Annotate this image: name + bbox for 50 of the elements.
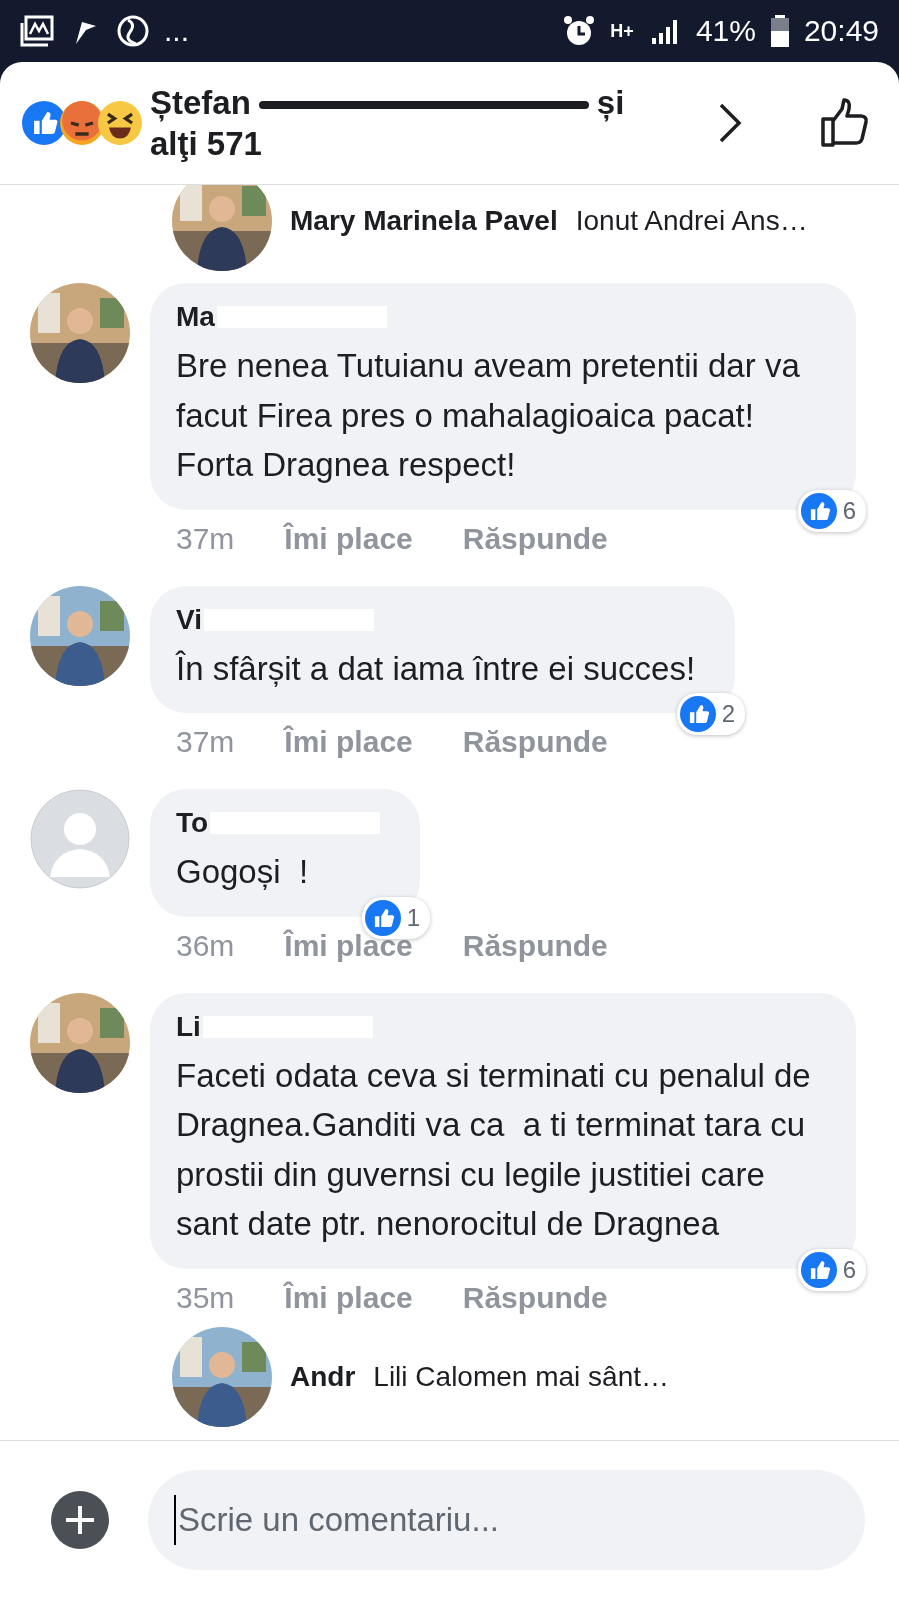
comment-text: Faceti odata ceva si terminati cu penalul de Dragnea.Ganditi va ca a ti terminat tara cu prostii din guvernsi cu legile justitiei care sant date ptr. nenorocitul de Dragnea [176, 1055, 812, 1244]
reply-link[interactable]: Răspunde [462, 521, 608, 556]
comment-input-field[interactable]: Scrie un comentariu... [148, 1470, 865, 1570]
add-icon[interactable] [50, 1490, 110, 1550]
reply-link[interactable]: Răspunde [462, 725, 608, 759]
reply-link[interactable]: Răspunde [462, 1280, 608, 1315]
battery-percent: 41% [695, 14, 756, 48]
like-reaction-icon [364, 899, 401, 936]
battery-icon [769, 14, 790, 48]
globe-icon [116, 14, 150, 48]
avatar-icon [30, 789, 130, 889]
reply-link[interactable]: Răspunde [462, 928, 608, 963]
reply-author[interactable]: Andr [290, 1360, 356, 1393]
like-icon[interactable] [819, 97, 871, 149]
comment-time: 35m [176, 1280, 235, 1315]
reaction-count-badge[interactable]: 6 [797, 489, 866, 532]
reactions-summary[interactable]: Ștefan și alţi 571 [150, 81, 713, 165]
like-reaction-icon [679, 696, 716, 732]
comment-author[interactable]: Li [176, 1010, 201, 1043]
like-reaction-icon [22, 101, 66, 145]
reply-preview: Ionut Andrei Ans… [575, 205, 808, 237]
more-notifications: ... [164, 14, 189, 48]
angry-reaction-icon [60, 101, 104, 145]
reaction-count: 6 [842, 1255, 856, 1284]
clock: 20:49 [803, 14, 879, 48]
haha-reaction-icon [98, 101, 142, 145]
comment-text: Gogoși ! [176, 852, 310, 892]
comment-time: 37m [176, 521, 235, 556]
like-link[interactable]: Îmi place [284, 725, 413, 759]
reaction-count-badge[interactable]: 6 [797, 1248, 866, 1291]
reaction-count-badge[interactable]: 2 [676, 693, 746, 735]
reaction-count-badge[interactable]: 1 [361, 896, 431, 939]
reply-preview: Lili Calomen mai sânt… [373, 1360, 669, 1393]
comment-time: 36m [176, 928, 235, 963]
comment-author[interactable]: Vi [176, 603, 202, 636]
comment-author[interactable]: To [176, 807, 209, 839]
comment-time: 37m [176, 725, 235, 759]
like-reaction-icon [800, 1251, 837, 1288]
comment-text: Bre nenea Tutuianu aveam pretentii dar va facut Firea pres o mahalagioaica pacat! Forta Dragnea respect! [176, 346, 801, 485]
like-link[interactable]: Îmi place [284, 521, 413, 556]
reply-author[interactable]: Mary Marinela Pavel [290, 205, 558, 237]
like-link[interactable]: Îmi place [284, 1280, 413, 1315]
reaction-count: 2 [721, 700, 736, 728]
like-reaction-icon [800, 492, 837, 529]
comment-text: În sfârșit a dat iama între ei succes! [176, 648, 696, 689]
comment-author[interactable]: Ma [176, 301, 215, 333]
gallery-icon [20, 14, 54, 48]
reaction-count: 6 [842, 496, 856, 525]
alarm-icon [562, 14, 597, 48]
network-type: H+ [610, 22, 634, 40]
